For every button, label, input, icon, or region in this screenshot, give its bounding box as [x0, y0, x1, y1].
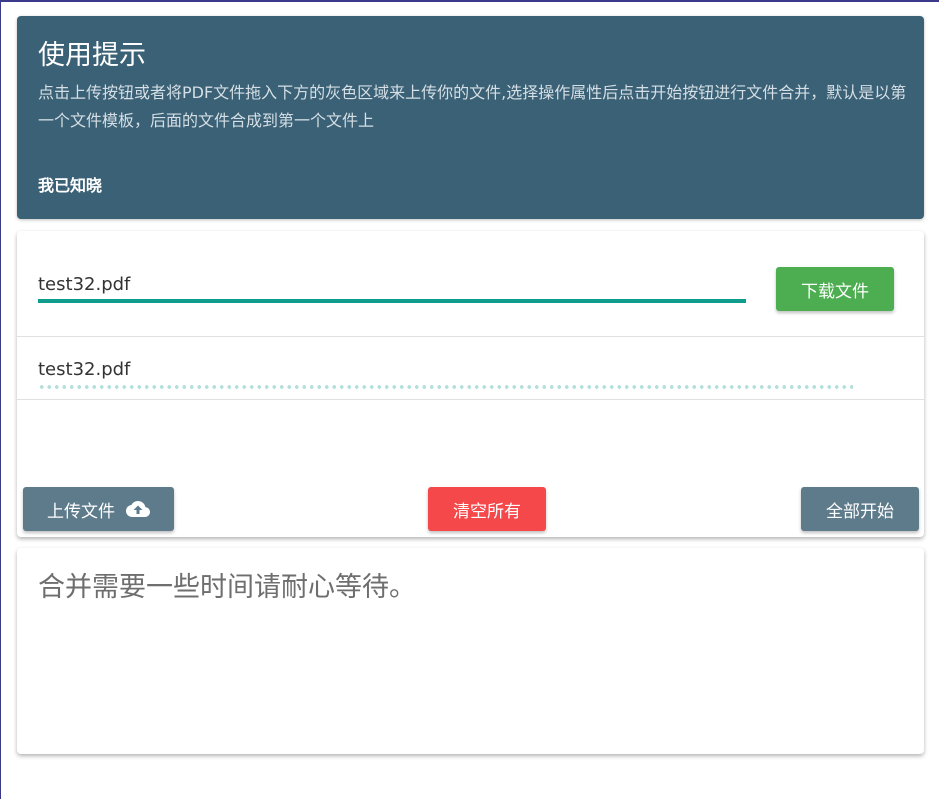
file-row: test32.pdf 下载文件	[17, 231, 924, 337]
start-all-button[interactable]: 全部开始	[801, 487, 919, 531]
file-list-panel: test32.pdf 下载文件 test32.pdf 上传文件 清空所有 全部开…	[17, 231, 924, 537]
message-panel: 合并需要一些时间请耐心等待。	[17, 548, 924, 754]
tips-title: 使用提示	[38, 40, 146, 71]
download-file-button[interactable]: 下载文件	[776, 267, 894, 311]
file-name: test32.pdf	[38, 274, 131, 295]
usage-tips-panel: 使用提示 点击上传按钮或者将PDF文件拖入下方的灰色区域来上传你的文件,选择操作…	[17, 16, 924, 219]
upload-progress-bar	[38, 299, 746, 303]
upload-file-button[interactable]: 上传文件	[23, 487, 174, 531]
upload-progress-fill	[38, 299, 746, 303]
pending-progress-bar	[38, 385, 853, 389]
file-name: test32.pdf	[38, 359, 131, 380]
acknowledge-button[interactable]: 我已知晓	[38, 173, 102, 199]
upload-button-label: 上传文件	[47, 501, 115, 522]
clear-all-button[interactable]: 清空所有	[428, 487, 546, 531]
cloud-upload-icon	[126, 501, 150, 517]
tips-body: 点击上传按钮或者将PDF文件拖入下方的灰色区域来上传你的文件,选择操作属性后点击…	[38, 83, 907, 130]
file-row: test32.pdf	[17, 337, 924, 400]
wait-message: 合并需要一些时间请耐心等待。	[38, 572, 416, 603]
